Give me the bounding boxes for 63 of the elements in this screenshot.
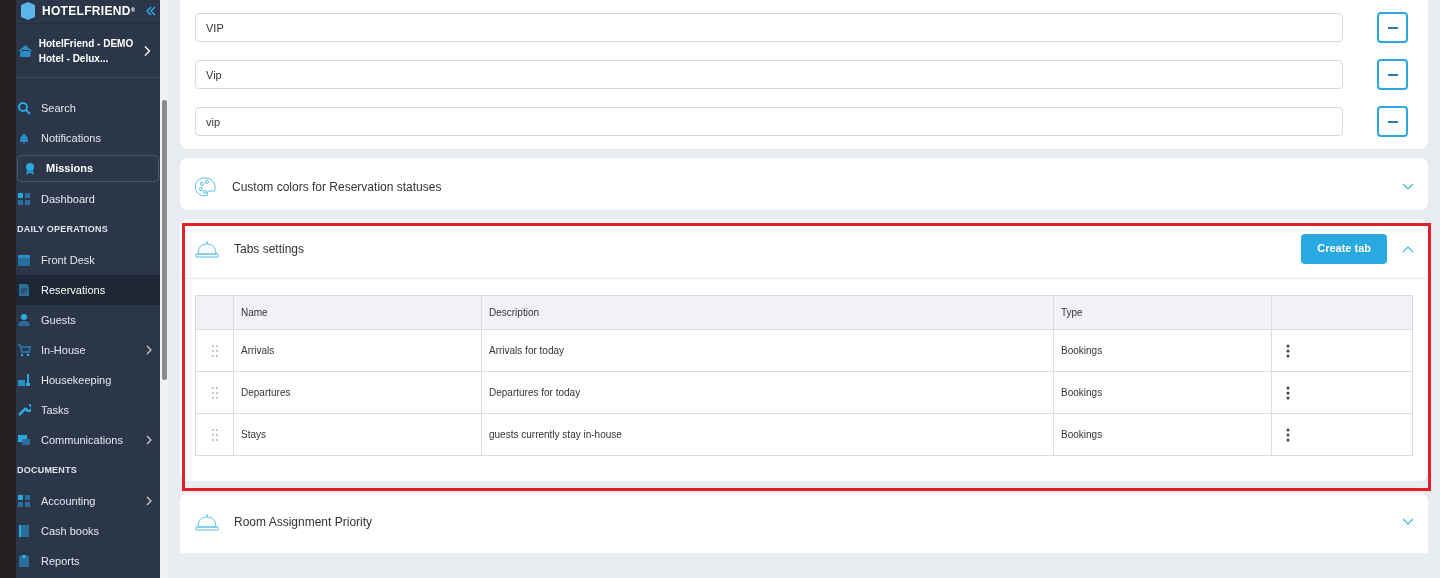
table-cell: Arrivals <box>233 329 482 372</box>
more-icon[interactable] <box>1286 343 1290 358</box>
property-name[interactable]: HotelFriend - DEMO Hotel - Delux... <box>38 35 137 66</box>
column-header: Name <box>233 295 482 330</box>
search-icon <box>17 101 31 115</box>
service-bell-icon <box>195 238 219 259</box>
chevron-right-icon <box>146 345 152 355</box>
text-field[interactable]: vip <box>195 107 1343 136</box>
logo-icon <box>18 1 38 21</box>
section-heading: DOCUMENTS <box>16 463 79 477</box>
grid-icon <box>17 494 31 508</box>
chevron-icon[interactable] <box>1402 244 1414 253</box>
table-cell: Arrivals for today <box>481 329 1054 372</box>
table-cell: Bookings <box>1053 413 1272 456</box>
cart-icon <box>17 343 31 357</box>
calendar-icon <box>17 253 31 267</box>
table-cell: Departures <box>233 371 482 414</box>
collapse-icon[interactable] <box>145 5 158 17</box>
wrench-icon <box>17 403 31 417</box>
ribbon-icon <box>23 161 37 176</box>
clipboard-icon <box>17 554 31 568</box>
table-cell: Bookings <box>1053 371 1272 414</box>
minus-icon <box>1387 120 1398 123</box>
section-title[interactable]: Tabs settings <box>234 239 1287 258</box>
chevron-right-icon <box>146 496 152 506</box>
document-icon <box>17 283 31 297</box>
text-field[interactable]: Vip <box>195 60 1343 89</box>
table-cell: Bookings <box>1053 329 1272 372</box>
sidebar-item[interactable]: Missions <box>17 155 159 182</box>
palette-icon <box>195 176 217 198</box>
section-heading: DAILY OPERATIONS <box>16 222 109 236</box>
drag-handle-icon[interactable] <box>210 344 219 359</box>
broom-icon <box>17 373 31 387</box>
remove-button[interactable] <box>1377 106 1408 137</box>
chevron-icon[interactable] <box>1402 518 1414 526</box>
minus-icon <box>1387 73 1398 76</box>
table-cell: guests currently stay in-house <box>481 413 1054 456</box>
remove-button[interactable] <box>1377 12 1408 43</box>
home-icon <box>18 43 33 58</box>
book-icon <box>17 524 31 538</box>
more-icon[interactable] <box>1286 385 1290 400</box>
chevron-right-icon <box>146 435 152 445</box>
table-cell: Departures for today <box>481 371 1054 414</box>
section-title[interactable]: Custom colors for Reservation statuses <box>232 178 1387 196</box>
text-field[interactable]: VIP <box>195 13 1343 42</box>
column-header: Description <box>481 295 1054 330</box>
drag-handle-icon[interactable] <box>210 428 219 443</box>
column-header: Type <box>1053 295 1272 330</box>
bell-icon <box>17 131 31 145</box>
brand-name: HOTELFRIEND$^{®}$ <box>42 3 136 20</box>
service-bell-icon <box>195 512 219 532</box>
person-icon <box>17 313 31 327</box>
more-icon[interactable] <box>1286 427 1290 442</box>
grid-icon <box>17 192 31 206</box>
chevron-right-icon[interactable] <box>142 44 150 57</box>
table-cell: Stays <box>233 413 482 456</box>
chevron-icon[interactable] <box>1402 183 1414 191</box>
drag-handle-icon[interactable] <box>210 386 219 401</box>
section-title[interactable]: Room Assignment Priority <box>234 513 1387 531</box>
remove-button[interactable] <box>1377 59 1408 90</box>
minus-icon <box>1387 26 1398 29</box>
chat-icon <box>17 433 31 447</box>
sidebar-item[interactable]: Reservations <box>16 275 160 305</box>
